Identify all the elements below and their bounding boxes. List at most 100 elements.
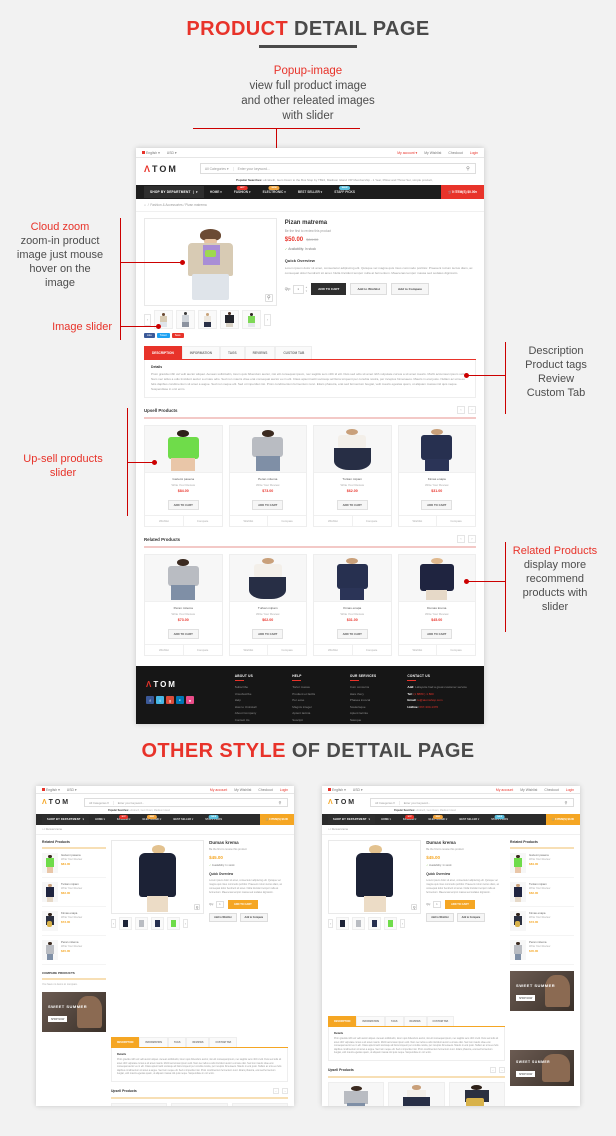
nav-item-staff-picks[interactable]: SALE STAFF PICKS: [199, 815, 228, 821]
sidebar-product-review[interactable]: Write Your Review: [61, 858, 106, 861]
product-card-add-to-cart[interactable]: ADD TO CART: [421, 629, 453, 639]
related-next-button[interactable]: ›: [468, 535, 476, 543]
nav-item-fashion[interactable]: HOT FASHION ▾: [397, 815, 423, 821]
sidebar-product-review[interactable]: Write Your Review: [61, 945, 106, 948]
sidebar-product-review[interactable]: Write Your Review: [529, 887, 574, 890]
site-logo[interactable]: ΛATOMTOM: [144, 164, 178, 174]
product-main-image[interactable]: ⚲: [328, 840, 422, 914]
product-card[interactable]: Kimas enapa Write Your Review $31.00 ADD…: [448, 1081, 506, 1106]
search-icon[interactable]: ⚲: [461, 166, 475, 172]
sidebar-product[interactable]: Peran mitema Write Your Review $45.00: [42, 936, 106, 965]
checkout-link[interactable]: Checkout: [448, 151, 462, 155]
sidebar-product-review[interactable]: Write Your Review: [529, 858, 574, 861]
product-review-link[interactable]: Be the first to review this product: [285, 229, 476, 233]
my-account-link[interactable]: My account: [210, 788, 227, 792]
footer-link[interactable]: Aptent lacinia: [292, 711, 340, 715]
footer-link[interactable]: Cum concerns: [350, 685, 398, 689]
footer-link[interactable]: Natoque: [350, 718, 398, 722]
thumbnail-2[interactable]: [352, 917, 365, 930]
nav-item-best-seller[interactable]: BEST SELLER ▾: [167, 818, 199, 821]
product-review-link[interactable]: Be the first to review this product: [209, 848, 288, 851]
footer-link[interactable]: Scelerisque: [350, 705, 398, 709]
thumb-next-button[interactable]: ›: [264, 313, 271, 326]
product-card-add-to-cart[interactable]: ADD TO CART: [252, 500, 284, 510]
thumb-next-button[interactable]: ›: [400, 919, 405, 928]
language-selector[interactable]: English ▾: [328, 787, 346, 792]
thumbnail-2[interactable]: [134, 917, 148, 930]
product-card-add-to-cart[interactable]: ADD TO CART: [167, 629, 199, 639]
cart-button[interactable]: 🛒 0 ITEM(S) $0.00 ▾: [441, 185, 484, 199]
product-card[interactable]: Gazemi pasena Write Your Review $84.00 A…: [144, 425, 223, 527]
footer-link[interactable]: Phasea incocal: [350, 698, 398, 702]
product-card[interactable]: Kimas enapa Write Your Review $31.00 ADD…: [313, 554, 392, 656]
search-icon[interactable]: ⚲: [273, 800, 287, 805]
sidebar-product[interactable]: Kimas enapa Write Your Review $73.00: [42, 907, 106, 936]
product-card-compare[interactable]: Compare: [184, 645, 222, 655]
thumbnail-3[interactable]: [150, 917, 164, 930]
search-bar[interactable]: All Categories ▾ Enter your keyword... ⚲: [84, 798, 288, 807]
add-to-cart-button[interactable]: ADD TO CART: [444, 900, 475, 909]
add-to-wishlist-button[interactable]: Add to Wishlist: [426, 913, 454, 922]
product-card[interactable]: Peran mitema Write Your Review $73.00 AD…: [110, 1102, 168, 1106]
product-card-name[interactable]: Peran mitema: [232, 477, 305, 481]
product-card-wishlist[interactable]: Wishlist: [145, 516, 184, 526]
nav-item-electronic[interactable]: NEW ELECTRONIC ▾: [422, 815, 453, 821]
site-logo[interactable]: ΛTOM: [42, 799, 70, 806]
cart-button[interactable]: 🛒 0 ITEM(S) $0.00: [259, 814, 294, 825]
tab-tags[interactable]: TAGS: [220, 346, 245, 359]
thumbnail-1[interactable]: [336, 917, 349, 930]
sidebar-product[interactable]: Turkan mipam Write Your Review $62.00: [42, 878, 106, 907]
product-card[interactable]: Dumas krema Write Your Review $45.00 ADD…: [397, 554, 476, 656]
my-wishlist-link[interactable]: My Wishlist: [424, 151, 441, 155]
quantity-stepper[interactable]: Qty: 1 ▴ ▾: [285, 284, 307, 294]
nav-item-home[interactable]: HOME ▾: [89, 818, 111, 821]
nav-item-electronic[interactable]: NEW ELECTRONIC ▾: [136, 815, 167, 821]
product-card-compare[interactable]: Compare: [353, 645, 391, 655]
footer-link[interactable]: Prodient et facilis: [292, 692, 340, 696]
product-card-review[interactable]: Write Your Review: [147, 483, 220, 487]
currency-selector[interactable]: USD ▾: [167, 151, 177, 155]
footer-link[interactable]: Suscipit: [292, 718, 340, 722]
product-card[interactable]: Turkan mipam Write Your Review $62.00 AD…: [313, 425, 392, 527]
product-card[interactable]: Turkan mipam Write Your Review $62.00 AD…: [388, 1081, 445, 1106]
my-wishlist-link[interactable]: My Wishlist: [234, 788, 251, 792]
promo-banner-button[interactable]: SHOP NOW: [48, 1016, 68, 1022]
thumbnail-3[interactable]: [198, 310, 217, 329]
related-prev-button[interactable]: ‹: [457, 535, 465, 543]
product-card-wishlist[interactable]: Wishlist: [399, 645, 438, 655]
nav-item-staff-picks[interactable]: SALE STAFF PICKS: [485, 815, 514, 821]
pinterest-save-button[interactable]: Save: [171, 333, 184, 338]
dribbble-icon[interactable]: ●: [186, 696, 194, 704]
thumb-prev-button[interactable]: ‹: [110, 919, 116, 928]
sidebar-product[interactable]: Peran mitema Write Your Review $45.00: [510, 936, 574, 965]
tab-description[interactable]: DESCRIPTION: [328, 1016, 357, 1026]
upsell-prev-button[interactable]: ‹: [457, 406, 465, 414]
product-card-review[interactable]: Write Your Review: [232, 483, 305, 487]
tab-reviews[interactable]: REVIEWS: [244, 346, 276, 359]
product-card[interactable]: Peran mitema Write Your Review $73.00 AD…: [328, 1081, 385, 1106]
facebook-icon[interactable]: f: [146, 696, 154, 704]
footer-link[interactable]: Contact Us: [235, 718, 283, 722]
search-input[interactable]: Enter your keyword...: [400, 801, 430, 805]
nav-item-fashion[interactable]: HOT FASHION ▾: [111, 815, 137, 821]
footer-link[interactable]: Unsubscribe: [235, 692, 283, 696]
search-categories-dropdown[interactable]: All Categories ▾: [371, 800, 400, 805]
zoom-magnifier-icon[interactable]: ⚲: [194, 904, 201, 910]
footer-link[interactable]: Aptent lacinia: [350, 711, 398, 715]
footer-link[interactable]: Hare thery: [350, 692, 398, 696]
site-logo[interactable]: ΛTOM: [328, 799, 356, 806]
sidebar-product-name[interactable]: Peran mitema: [61, 940, 106, 944]
product-card-name[interactable]: Kimas enapa: [316, 606, 389, 610]
product-card-name[interactable]: Gazemi pasena: [147, 477, 220, 481]
login-link[interactable]: Login: [280, 788, 288, 792]
product-card-name[interactable]: Turkan mipam: [316, 477, 389, 481]
footer-logo[interactable]: ΛTOM: [146, 680, 225, 689]
product-card-compare[interactable]: Compare: [437, 645, 475, 655]
thumb-next-button[interactable]: ›: [182, 919, 188, 928]
my-account-link[interactable]: My account ▾: [397, 151, 417, 155]
my-wishlist-link[interactable]: My Wishlist: [520, 788, 537, 792]
checkout-link[interactable]: Checkout: [544, 788, 558, 792]
login-link[interactable]: Login: [566, 788, 574, 792]
product-card-compare[interactable]: Compare: [437, 516, 475, 526]
thumb-prev-button[interactable]: ‹: [144, 313, 151, 326]
